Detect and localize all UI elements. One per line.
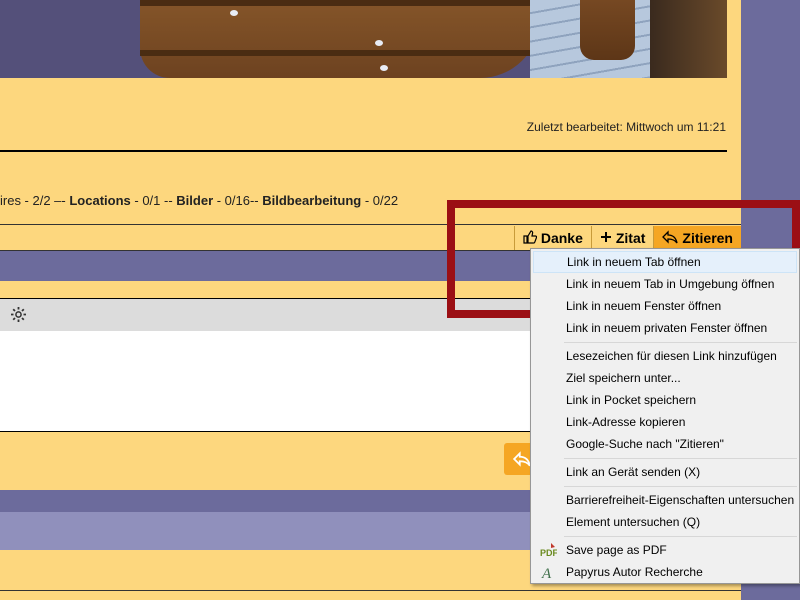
svg-text:PDF: PDF <box>540 548 557 558</box>
reply-icon <box>512 451 531 470</box>
menu-item-send-to-device[interactable]: Link an Gerät senden (X) <box>533 461 797 483</box>
signature-part: ires - 2/2 –- <box>0 193 70 208</box>
signature-part: - 0/16-- <box>213 193 263 208</box>
menu-separator <box>564 342 797 343</box>
divider <box>0 590 741 591</box>
menu-separator <box>564 486 797 487</box>
signature-part: - 0/22 <box>361 193 399 208</box>
pdf-icon: PDF <box>539 542 559 558</box>
post-actions: Danke Zitat Zitieren <box>513 226 741 250</box>
barrel-graphic <box>140 0 540 78</box>
context-menu: Link in neuem Tab öffnen Link in neuem T… <box>530 248 800 584</box>
zitieren-label: Zitieren <box>682 230 733 246</box>
menu-item-inspect-element[interactable]: Element untersuchen (Q) <box>533 511 797 533</box>
menu-separator <box>564 536 797 537</box>
signature: ires - 2/2 –- Locations - 0/1 -- Bilder … <box>0 193 398 208</box>
divider <box>0 224 741 225</box>
signature-part: - 0/1 -- <box>130 193 177 208</box>
menu-item-open-window[interactable]: Link in neuem Fenster öffnen <box>533 295 797 317</box>
signature-link-locations[interactable]: Locations <box>69 193 130 208</box>
menu-item-save-pocket[interactable]: Link in Pocket speichern <box>533 389 797 411</box>
danke-button[interactable]: Danke <box>513 226 591 250</box>
menu-item-papyrus[interactable]: A Papyrus Autor Recherche <box>533 561 797 583</box>
svg-text:A: A <box>541 566 552 580</box>
menu-item-open-tab-container[interactable]: Link in neuem Tab in Umgebung öffnen <box>533 273 797 295</box>
divider <box>0 150 727 152</box>
menu-item-open-private-window[interactable]: Link in neuem privaten Fenster öffnen <box>533 317 797 339</box>
menu-item-save-pdf[interactable]: PDF Save page as PDF <box>533 539 797 561</box>
menu-item-google-search[interactable]: Google-Suche nach "Zitieren" <box>533 433 797 455</box>
zitat-label: Zitat <box>615 230 646 246</box>
menu-item-bookmark-link[interactable]: Lesezeichen für diesen Link hinzufügen <box>533 345 797 367</box>
reply-icon <box>662 229 679 247</box>
danke-label: Danke <box>540 230 583 246</box>
plus-icon <box>600 230 612 246</box>
last-edited-note: Zuletzt bearbeitet: Mittwoch um 11:21 <box>526 120 726 134</box>
papyrus-icon: A <box>539 564 557 582</box>
menu-item-label: Papyrus Autor Recherche <box>566 565 703 579</box>
small-barrel-graphic <box>580 0 635 60</box>
zitieren-button[interactable]: Zitieren <box>653 226 741 250</box>
zitat-button[interactable]: Zitat <box>590 226 654 250</box>
post-image[interactable] <box>0 0 727 78</box>
signature-link-bildbearbeitung[interactable]: Bildbearbeitung <box>262 193 361 208</box>
menu-item-inspect-accessibility[interactable]: Barrierefreiheit-Eigenschaften untersuch… <box>533 489 797 511</box>
signature-link-bilder[interactable]: Bilder <box>176 193 213 208</box>
menu-item-open-tab[interactable]: Link in neuem Tab öffnen <box>533 251 797 273</box>
menu-item-save-target[interactable]: Ziel speichern unter... <box>533 367 797 389</box>
thumbs-up-icon <box>523 229 538 247</box>
menu-item-label: Save page as PDF <box>566 543 667 557</box>
gear-icon[interactable] <box>10 306 27 326</box>
menu-item-copy-link[interactable]: Link-Adresse kopieren <box>533 411 797 433</box>
wooden-object-graphic <box>650 0 727 78</box>
menu-separator <box>564 458 797 459</box>
